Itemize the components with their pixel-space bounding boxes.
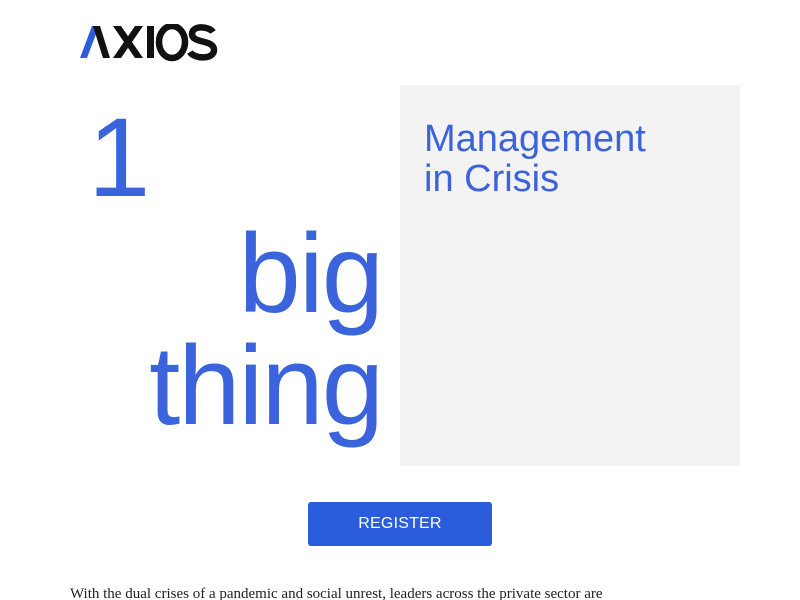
axios-logo[interactable]: [80, 24, 220, 62]
register-button[interactable]: REGISTER: [308, 502, 492, 546]
intro-paragraph: With the dual crises of a pandemic and s…: [70, 586, 603, 600]
hero-number: 1: [88, 95, 150, 220]
event-title-line-1: Management: [424, 118, 646, 160]
hero-word-thing: thing: [149, 323, 384, 448]
hero-word-big: big: [238, 211, 384, 336]
event-title: Management in Crisis: [424, 119, 724, 199]
event-panel: Management in Crisis: [400, 85, 740, 466]
event-title-line-2: in Crisis: [424, 158, 560, 200]
axios-logo-mark: [80, 24, 218, 62]
